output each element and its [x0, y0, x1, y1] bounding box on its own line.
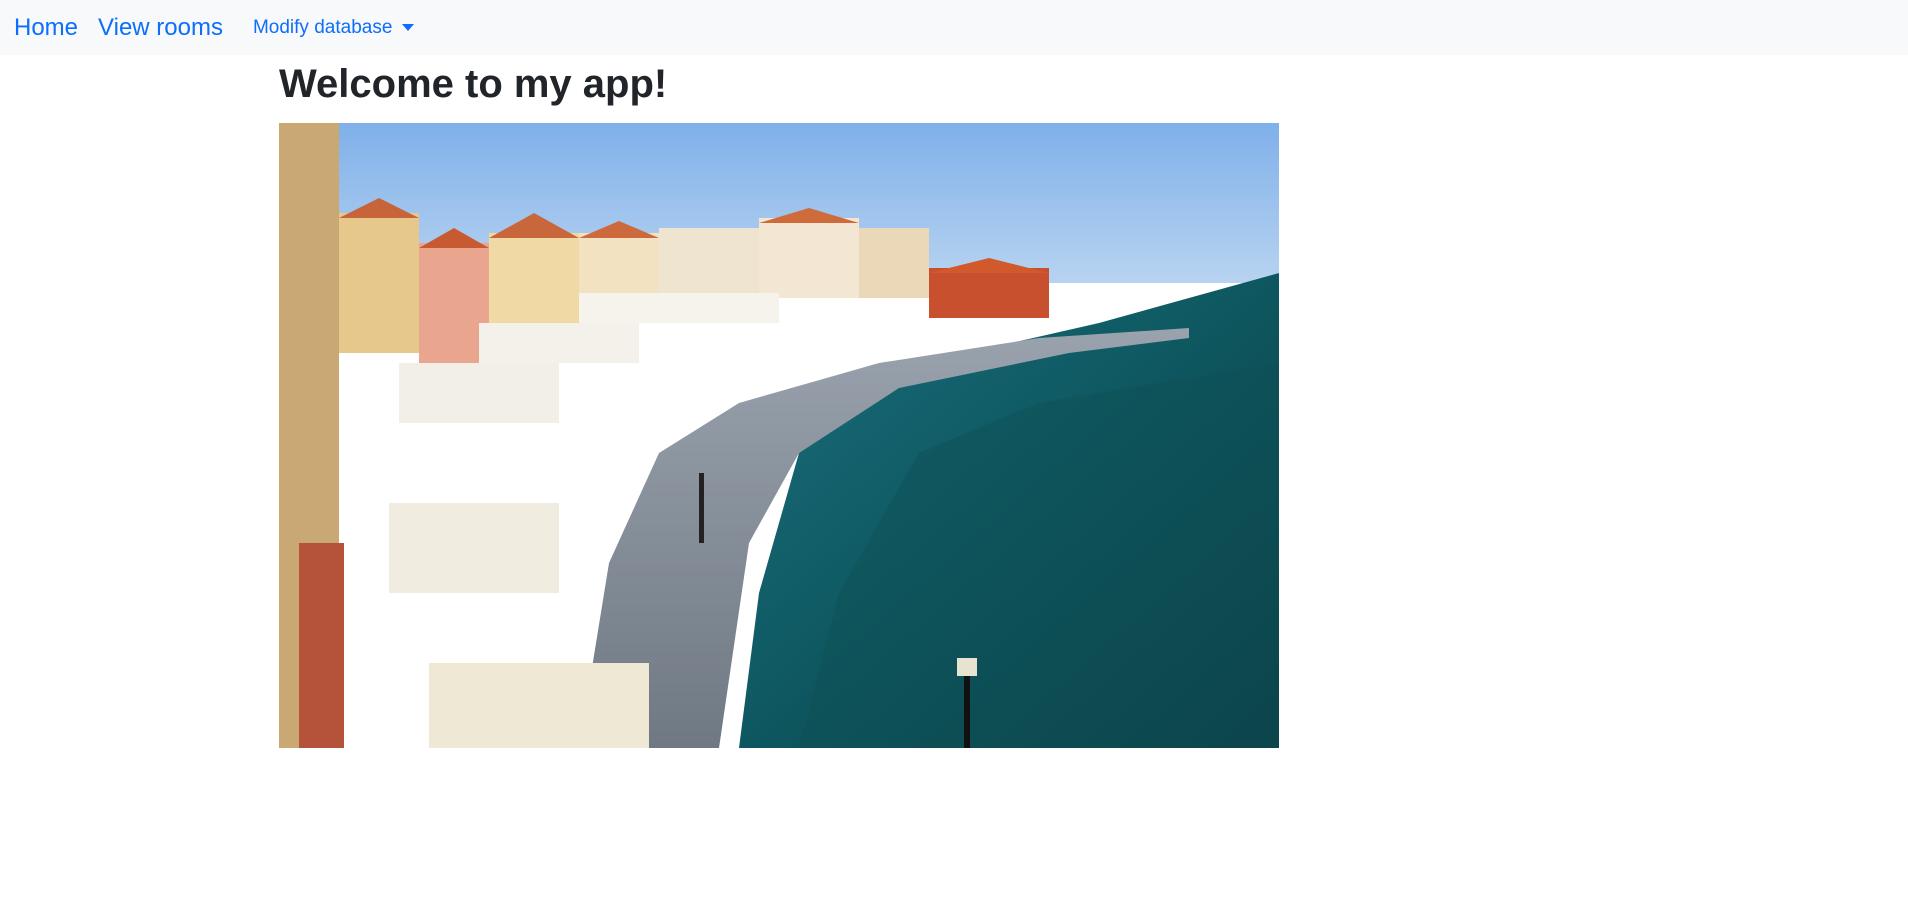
nav-home-link[interactable]: Home	[14, 15, 78, 40]
page-title: Welcome to my app!	[279, 62, 668, 106]
navbar: Home View rooms Modify database	[0, 0, 1908, 55]
modify-database-dropdown[interactable]: Modify database	[252, 16, 415, 39]
nav-view-rooms-link[interactable]: View rooms	[98, 15, 223, 40]
harbor-photo	[279, 123, 1279, 748]
modify-database-label: Modify database	[252, 16, 393, 38]
caret-down-icon	[402, 24, 415, 31]
main-container: Welcome to my app!	[279, 55, 667, 108]
